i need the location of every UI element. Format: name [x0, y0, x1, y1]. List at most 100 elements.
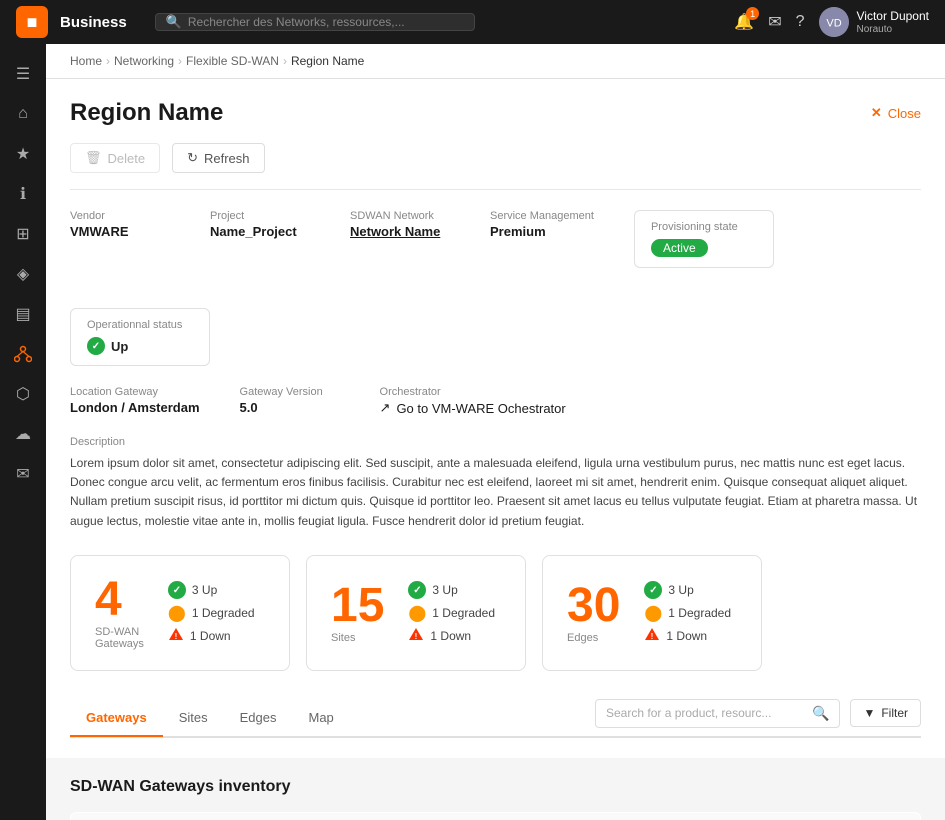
- stat-card-sites: 15 Sites ✓ 3 Up ⬤ 1 Degraded: [306, 555, 526, 671]
- search-input[interactable]: [188, 15, 464, 29]
- description-text: Lorem ipsum dolor sit amet, consectetur …: [70, 454, 921, 531]
- delete-button[interactable]: 🗑 Delete: [70, 143, 160, 173]
- provisioning-badge: Active: [651, 239, 708, 257]
- breadcrumb: Home › Networking › Flexible SD-WAN › Re…: [46, 44, 945, 79]
- operational-label: Operationnal status: [87, 319, 193, 331]
- tabs-right: 🔍 ▼ Filter: [595, 699, 921, 736]
- brand-name: Business: [60, 14, 127, 31]
- project-info: Project Name_Project: [210, 210, 310, 239]
- sidebar-item-network[interactable]: [5, 336, 41, 372]
- table-header-row: Gateway name ↕ Region ↕ Type ↕ Operati: [71, 812, 921, 820]
- gw-version-value: 5.0: [240, 400, 340, 415]
- filter-label: Filter: [881, 706, 908, 720]
- edges-number: 30: [567, 582, 620, 630]
- stat-card-edges: 30 Edges ✓ 3 Up ⬤ 1 Degraded: [542, 555, 762, 671]
- gateways-label: SD-WAN Gateways: [95, 626, 144, 650]
- logo[interactable]: ■: [16, 6, 48, 38]
- sidebar-item-messages[interactable]: ✉: [5, 456, 41, 492]
- col-gateway-name: Gateway name ↕: [71, 812, 323, 820]
- gateways-left: 4 SD-WAN Gateways: [95, 576, 144, 650]
- col-status: Operational Status ↕: [653, 812, 921, 820]
- info-row2: Location Gateway London / Amsterdam Gate…: [70, 386, 921, 416]
- user-menu[interactable]: VD Victor Dupont Norauto: [819, 7, 930, 37]
- username: Victor Dupont: [857, 9, 930, 23]
- filter-icon: ▼: [863, 706, 875, 720]
- edges-degraded-icon: ⬤: [644, 603, 662, 623]
- sdwan-label: SDWAN Network: [350, 210, 450, 222]
- main-content: Home › Networking › Flexible SD-WAN › Re…: [46, 44, 945, 820]
- help-icon[interactable]: ?: [796, 13, 805, 31]
- gateways-up: ✓ 3 Up: [168, 581, 255, 599]
- project-value: Name_Project: [210, 224, 310, 239]
- tab-edges[interactable]: Edges: [224, 700, 293, 737]
- svg-text:!: !: [415, 632, 418, 641]
- breadcrumb-home[interactable]: Home: [70, 54, 102, 68]
- vendor-info: Vendor VMWARE: [70, 210, 170, 239]
- edges-degraded: ⬤ 1 Degraded: [644, 603, 731, 623]
- vendor-value: VMWARE: [70, 224, 170, 239]
- refresh-icon: ↻: [187, 150, 198, 166]
- user-info: Victor Dupont Norauto: [857, 9, 930, 34]
- sdwan-link[interactable]: Network Name: [350, 224, 440, 239]
- sites-degraded-icon: ⬤: [408, 603, 426, 623]
- user-company: Norauto: [857, 24, 930, 35]
- down-icon: !: [168, 627, 184, 644]
- table-search-icon: 🔍: [812, 705, 829, 722]
- sidebar-item-security[interactable]: ⬡: [5, 376, 41, 412]
- table-search-input[interactable]: [606, 706, 806, 720]
- sites-down-icon: !: [408, 627, 424, 644]
- operational-status: ✓ Up: [87, 337, 193, 355]
- sidebar-item-apps[interactable]: ⊞: [5, 216, 41, 252]
- ext-link-icon: ↗: [380, 400, 391, 416]
- notifications-icon[interactable]: 🔔 1: [734, 12, 754, 32]
- stat-card-gateways: 4 SD-WAN Gateways ✓ 3 Up ⬤ 1 Degraded: [70, 555, 290, 671]
- content-area: Region Name ✕ Close 🗑 Delete ↻ Refresh: [46, 79, 945, 758]
- sidebar-item-reports[interactable]: ▤: [5, 296, 41, 332]
- operational-box: Operationnal status ✓ Up: [70, 308, 210, 366]
- table-search-bar[interactable]: 🔍: [595, 699, 840, 728]
- tab-map[interactable]: Map: [292, 700, 349, 737]
- sidebar-item-home[interactable]: ⌂: [5, 96, 41, 132]
- breadcrumb-networking[interactable]: Networking: [114, 54, 174, 68]
- gateways-table: Gateway name ↕ Region ↕ Type ↕ Operati: [70, 812, 921, 820]
- gateways-number: 4: [95, 576, 144, 624]
- close-button[interactable]: ✕ Close: [871, 105, 921, 121]
- degraded-icon: ⬤: [168, 603, 186, 623]
- svg-text:!: !: [651, 632, 654, 641]
- sidebar-item-menu[interactable]: ☰: [5, 56, 41, 92]
- refresh-label: Refresh: [204, 151, 250, 166]
- tab-gateways[interactable]: Gateways: [70, 700, 163, 737]
- sites-left: 15 Sites: [331, 582, 384, 644]
- sidebar-item-favorites[interactable]: ★: [5, 136, 41, 172]
- refresh-button[interactable]: ↻ Refresh: [172, 143, 264, 173]
- search-bar[interactable]: 🔍: [155, 13, 475, 31]
- vendor-label: Vendor: [70, 210, 170, 222]
- breadcrumb-sdwan[interactable]: Flexible SD-WAN: [186, 54, 279, 68]
- gw-version-label: Gateway Version: [240, 386, 340, 398]
- sidebar-item-packages[interactable]: ◈: [5, 256, 41, 292]
- provisioning-label: Provisioning state: [651, 221, 757, 233]
- edges-down-icon: !: [644, 627, 660, 644]
- breadcrumb-current: Region Name: [291, 54, 364, 68]
- sidebar-item-info[interactable]: ℹ: [5, 176, 41, 212]
- sites-number: 15: [331, 582, 384, 630]
- gateways-details: ✓ 3 Up ⬤ 1 Degraded ! 1 Down: [168, 581, 255, 644]
- gateways-degraded: ⬤ 1 Degraded: [168, 603, 255, 623]
- sites-up-icon: ✓: [408, 581, 426, 599]
- gateway-version-info: Gateway Version 5.0: [240, 386, 340, 416]
- messages-icon[interactable]: ✉: [768, 12, 781, 32]
- service-value: Premium: [490, 224, 594, 239]
- orchestrator-link[interactable]: ↗ Go to VM-WARE Ochestrator: [380, 400, 566, 416]
- tab-sites[interactable]: Sites: [163, 700, 224, 737]
- filter-button[interactable]: ▼ Filter: [850, 699, 921, 727]
- location-info: Location Gateway London / Amsterdam: [70, 386, 200, 416]
- sites-degraded: ⬤ 1 Degraded: [408, 603, 495, 623]
- sdwan-value: Network Name: [350, 224, 450, 239]
- project-label: Project: [210, 210, 310, 222]
- edges-details: ✓ 3 Up ⬤ 1 Degraded ! 1 Down: [644, 581, 731, 644]
- close-label: Close: [888, 106, 921, 121]
- topnav-right: 🔔 1 ✉ ? VD Victor Dupont Norauto: [734, 7, 929, 37]
- sidebar-item-cloud[interactable]: ☁: [5, 416, 41, 452]
- toolbar: 🗑 Delete ↻ Refresh: [70, 143, 921, 190]
- orchestrator-link-text: Go to VM-WARE Ochestrator: [396, 401, 565, 416]
